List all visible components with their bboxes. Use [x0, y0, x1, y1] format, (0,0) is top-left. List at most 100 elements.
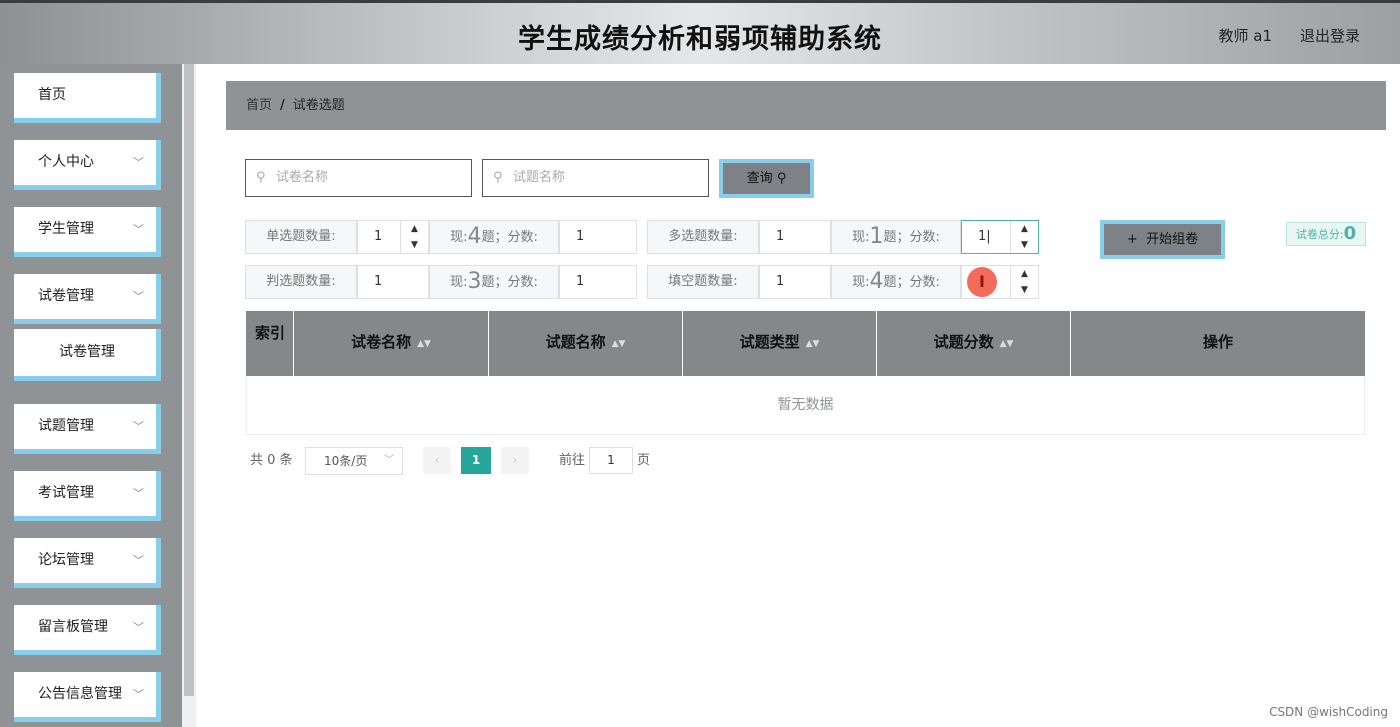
page-number-current[interactable]: 1 — [461, 447, 491, 474]
sidebar-item-students[interactable]: 学生管理 ﹀ — [14, 207, 161, 257]
sidebar-item-label: 论坛管理 — [38, 552, 94, 568]
sidebar-item-label: 试题管理 — [38, 418, 94, 434]
column-header-label: 试题分数 — [933, 333, 994, 351]
judge-now-info: 现:3题；分数: — [429, 265, 559, 299]
stepper-arrows[interactable]: ▲ ▼ — [1010, 266, 1038, 298]
sidebar-item-forum[interactable]: 论坛管理 ﹀ — [14, 538, 161, 588]
prev-page-button[interactable]: ‹ — [423, 447, 451, 474]
chevron-down-icon: ﹀ — [133, 688, 144, 701]
sidebar-item-label: 首页 — [38, 87, 66, 103]
sidebar-item-home[interactable]: 首页 — [14, 73, 161, 123]
single-count-stepper[interactable]: 1 ▲ ▼ — [357, 220, 429, 254]
single-score-input[interactable]: 1 — [559, 220, 637, 254]
page-size-value: 10条/页 — [324, 454, 368, 468]
current-user: 教师 a1 — [1218, 27, 1272, 45]
judge-count-value: 1 — [374, 274, 383, 289]
multi-score-stepper[interactable]: 1| ▲ ▼ — [961, 220, 1039, 254]
text-cursor-icon: I — [967, 267, 997, 297]
question-name-placeholder: 试题名称 — [513, 170, 566, 185]
stepper-up-icon[interactable]: ▲ — [401, 223, 428, 235]
watermark: CSDN @wishCoding — [1269, 705, 1388, 719]
sidebar-item-exams[interactable]: 考试管理 ﹀ — [14, 471, 161, 521]
judge-now-value: 3 — [467, 269, 482, 294]
sidebar-subitem-label: 试卷管理 — [59, 344, 115, 360]
sort-icon[interactable]: ▲▼ — [806, 339, 820, 349]
stepper-down-icon[interactable]: ▼ — [1011, 284, 1038, 296]
chevron-down-icon: ﹀ — [133, 487, 144, 500]
single-count-label: 单选题数量: — [245, 220, 357, 254]
stepper-up-icon[interactable]: ▲ — [1011, 223, 1038, 235]
sidebar-item-profile[interactable]: 个人中心 ﹀ — [14, 140, 161, 190]
multi-now-value: 1 — [869, 224, 884, 249]
judge-score-value: 1 — [576, 274, 585, 289]
sidebar-item-label: 考试管理 — [38, 485, 94, 501]
column-header-index: 索引 — [246, 311, 294, 376]
chevron-down-icon: ﹀ — [133, 156, 144, 169]
fill-now-suffix: 题；分数: — [883, 275, 940, 290]
fill-count-input[interactable]: 1 — [759, 265, 831, 299]
judge-count-input[interactable]: 1 — [357, 265, 429, 299]
stepper-up-icon[interactable]: ▲ — [1011, 268, 1038, 280]
column-header-question-type[interactable]: 试题类型 ▲▼ — [683, 311, 877, 376]
single-now-suffix: 题；分数: — [481, 230, 538, 245]
sidebar-subitem-papers[interactable]: 试卷管理 — [14, 329, 161, 381]
multi-count-input[interactable]: 1 — [759, 220, 831, 254]
start-compose-button[interactable]: + 开始组卷 — [1100, 220, 1225, 259]
stepper-arrows[interactable]: ▲ ▼ — [1010, 221, 1038, 253]
query-button[interactable]: 查询 ⚲ — [719, 159, 814, 198]
search-icon: ⚲ — [493, 170, 503, 185]
single-count-value: 1 — [374, 229, 383, 244]
plus-icon: + — [1126, 232, 1147, 247]
search-icon: ⚲ — [256, 170, 266, 185]
breadcrumb-current: 试卷选题 — [292, 98, 345, 113]
sidebar-item-label: 公告信息管理 — [38, 686, 122, 702]
logout-button[interactable]: 退出登录 — [1300, 25, 1360, 46]
column-header-paper-name[interactable]: 试卷名称 ▲▼ — [294, 311, 489, 376]
single-now-prefix: 现: — [450, 230, 468, 245]
sidebar-item-questions[interactable]: 试题管理 ﹀ — [14, 404, 161, 454]
fill-count-value: 1 — [776, 274, 785, 289]
page-size-select[interactable]: 10条/页 ﹀ — [305, 447, 403, 475]
stepper-arrows[interactable]: ▲ ▼ — [400, 221, 428, 253]
breadcrumb-separator: / — [280, 98, 285, 113]
multi-now-prefix: 现: — [852, 230, 870, 245]
sidebar-item-messages[interactable]: 留言板管理 ﹀ — [14, 605, 161, 655]
judge-count-label: 判选题数量: — [245, 265, 357, 299]
scrollbar-thumb[interactable] — [184, 64, 194, 696]
question-name-input[interactable]: ⚲ 试题名称 — [482, 159, 709, 197]
multi-now-suffix: 题；分数: — [883, 230, 940, 245]
judge-score-input[interactable]: 1 — [559, 265, 637, 299]
multi-count-label: 多选题数量: — [647, 220, 759, 254]
column-header-question-name[interactable]: 试题名称 ▲▼ — [489, 311, 683, 376]
sidebar-item-label: 试卷管理 — [38, 288, 94, 304]
chevron-down-icon: ﹀ — [384, 455, 394, 466]
chevron-down-icon: ﹀ — [133, 621, 144, 634]
total-score-label: 试卷总分: — [1295, 228, 1344, 241]
single-now-info: 现:4题；分数: — [429, 220, 559, 254]
sidebar-item-notices[interactable]: 公告信息管理 ﹀ — [14, 672, 161, 722]
column-header-question-score[interactable]: 试题分数 ▲▼ — [877, 311, 1071, 376]
sort-icon[interactable]: ▲▼ — [612, 339, 626, 349]
goto-page-input[interactable]: 1 — [589, 447, 633, 474]
sidebar-item-papers[interactable]: 试卷管理 ﹀ — [14, 274, 161, 324]
fill-now-prefix: 现: — [852, 275, 870, 290]
column-header-label: 试卷名称 — [351, 333, 412, 351]
total-score-badge: 试卷总分:0 — [1286, 222, 1366, 246]
sidebar-item-label: 学生管理 — [38, 221, 94, 237]
next-page-button[interactable]: › — [501, 447, 529, 474]
sidebar-scrollbar[interactable] — [182, 64, 196, 727]
paper-name-input[interactable]: ⚲ 试卷名称 — [245, 159, 472, 197]
column-header-label: 试题名称 — [545, 333, 606, 351]
column-header-actions: 操作 — [1202, 333, 1233, 351]
sort-icon[interactable]: ▲▼ — [417, 339, 431, 349]
chevron-down-icon: ﹀ — [133, 420, 144, 433]
stepper-down-icon[interactable]: ▼ — [1011, 239, 1038, 251]
breadcrumb-home[interactable]: 首页 — [246, 98, 272, 113]
sidebar-item-label: 留言板管理 — [38, 619, 108, 635]
stepper-down-icon[interactable]: ▼ — [401, 239, 428, 251]
fill-count-label: 填空题数量: — [647, 265, 759, 299]
single-now-value: 4 — [467, 224, 482, 249]
sort-icon[interactable]: ▲▼ — [1000, 339, 1014, 349]
judge-now-prefix: 现: — [450, 275, 468, 290]
chevron-down-icon: ﹀ — [133, 290, 144, 303]
